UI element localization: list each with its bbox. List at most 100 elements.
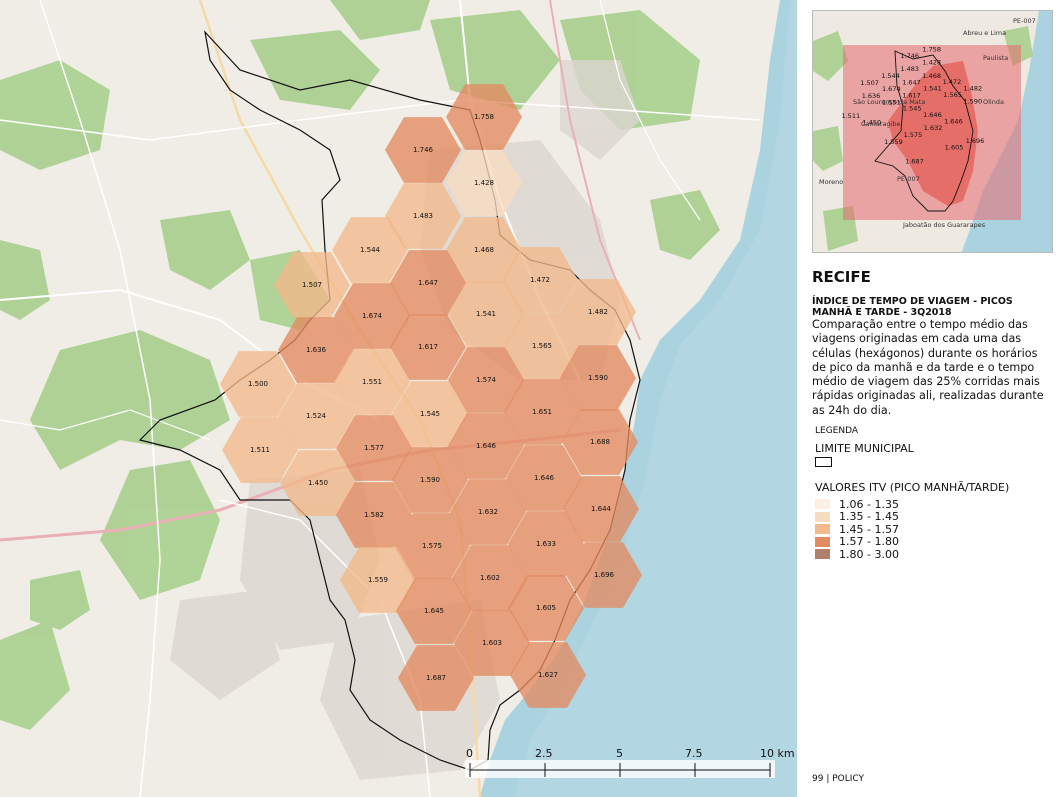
inset-hex-value: 1.632: [924, 124, 943, 132]
inset-place-label: PE-007: [897, 175, 920, 183]
legend-class-label: 1.57 - 1.80: [839, 535, 899, 549]
itv-hexagon-value: 1.617: [418, 343, 438, 351]
itv-hexagon-value: 1.590: [420, 476, 440, 484]
legend-class-label: 1.35 - 1.45: [839, 510, 899, 524]
itv-hexagon-value: 1.483: [413, 212, 433, 220]
itv-hexagon-value: 1.647: [418, 279, 438, 287]
inset-hex-value: 1.758: [922, 45, 941, 53]
legend-class-label: 1.06 - 1.35: [839, 497, 899, 511]
page-footer: 99 | POLICY: [812, 774, 865, 784]
itv-hexagon-value: 1.450: [308, 479, 328, 487]
itv-hexagon-value: 1.559: [368, 576, 388, 584]
legend-limit-swatch: [815, 457, 832, 468]
legend-class-list: 1.06 - 1.35 1.35 - 1.45 1.45 - 1.57 1.57…: [812, 498, 1053, 561]
inset-hex-value: 1.507: [860, 79, 879, 87]
itv-hexagon-value: 1.428: [474, 179, 494, 187]
inset-hex-value: 1.565: [943, 91, 962, 99]
inset-hex-value: 1.605: [945, 143, 964, 151]
inset-hex-value: 1.472: [943, 78, 962, 86]
inset-hex-value: 1.450: [862, 118, 881, 126]
itv-hexagon-value: 1.651: [532, 408, 552, 416]
map-subtitle: ÍNDICE DE TEMPO DE VIAGEM - PICOS MANHÃ …: [812, 296, 1013, 318]
legend-class-row: 1.45 - 1.57: [815, 523, 1053, 536]
inset-hex-value: 1.646: [923, 111, 942, 119]
itv-hexagon-value: 1.645: [424, 607, 444, 615]
inset-place-label: Olinda: [983, 98, 1004, 106]
inset-hex-value: 1.559: [884, 138, 903, 146]
itv-hexagon-value: 1.500: [248, 380, 268, 388]
inset-map: Abreu e Lima Paulista São Lourenço da Ma…: [812, 10, 1053, 253]
itv-hexagon-value: 1.644: [591, 505, 612, 513]
scale-tick: 5: [616, 747, 623, 760]
inset-hex-value: 1.746: [900, 52, 919, 60]
legend-limit-label: LIMITE MUNICIPAL: [815, 442, 914, 456]
itv-hexagon-value: 1.524: [306, 412, 327, 420]
itv-hexagon-value: 1.603: [482, 639, 502, 647]
inset-hex-value: 1.482: [963, 84, 982, 92]
itv-hexagon-value: 1.507: [302, 281, 322, 289]
inset-hex-value: 1.511: [841, 112, 860, 120]
inset-hex-value: 1.428: [922, 59, 941, 67]
itv-hexagon-value: 1.575: [422, 542, 442, 550]
inset-hex-value: 1.646: [944, 117, 963, 125]
inset-hex-value: 1.575: [904, 131, 923, 139]
itv-hexagon-value: 1.746: [413, 146, 434, 154]
legend-heading: LEGENDA: [815, 426, 859, 437]
inset-hex-value: 1.545: [903, 105, 922, 113]
itv-hexagon-value: 1.482: [588, 308, 608, 316]
itv-hexagon-value: 1.646: [534, 474, 555, 482]
inset-hex-value: 1.687: [905, 157, 924, 165]
inset-hex-value: 1.551: [882, 98, 901, 106]
legend-swatch: [815, 549, 830, 560]
info-panel: RECIFE ÍNDICE DE TEMPO DE VIAGEM - PICOS…: [812, 268, 1053, 561]
legend-class-row: 1.35 - 1.45: [815, 510, 1053, 524]
scale-tick: 7.5: [685, 747, 703, 760]
legend-values-title: VALORES ITV (PICO MANHÃ/TARDE): [815, 481, 1010, 495]
inset-hex-value: 1.590: [963, 98, 982, 106]
legend-swatch: [815, 524, 830, 535]
itv-hexagon-value: 1.696: [594, 571, 615, 579]
itv-hexagon-value: 1.688: [590, 438, 610, 446]
itv-hexagon-value: 1.632: [478, 508, 498, 516]
itv-hexagon-value: 1.758: [474, 113, 494, 121]
inset-hex-value: 1.468: [922, 72, 941, 80]
itv-hexagon-value: 1.565: [532, 342, 552, 350]
legend-class-row: 1.06 - 1.35: [815, 498, 1053, 511]
itv-hexagon-value: 1.544: [360, 246, 381, 254]
inset-hex-value: 1.541: [923, 85, 942, 93]
itv-hexagon-value: 1.511: [250, 446, 270, 454]
inset-hex-value: 1.617: [902, 91, 921, 99]
itv-hexagon-value: 1.674: [362, 312, 383, 320]
inset-place-label: Moreno: [819, 178, 843, 186]
inset-place-label: Paulista: [983, 54, 1008, 62]
itv-hexagon-value: 1.636: [306, 346, 327, 354]
itv-hexagon-value: 1.468: [474, 246, 494, 254]
scale-tick: 2.5: [535, 747, 553, 760]
legend-class-row: 1.57 - 1.80: [815, 535, 1053, 549]
inset-hex-value: 1.647: [902, 79, 921, 87]
inset-hex-value: 1.696: [966, 137, 985, 145]
legend-swatch: [815, 536, 830, 547]
itv-hexagon-value: 1.577: [364, 444, 384, 452]
inset-place-label: Jaboatão dos Guararapes: [902, 221, 986, 229]
map-title: RECIFE: [812, 268, 871, 286]
inset-hex-value: 1.636: [862, 92, 881, 100]
scale-tick: 10 km: [760, 747, 795, 760]
main-map[interactable]: 1.758 1.746 1.428 1.483 1.544 1.468 1.507 1.647…: [0, 0, 797, 797]
legend-swatch: [815, 499, 830, 510]
map-description: Comparação entre o tempo médio das viage…: [812, 318, 1044, 417]
inset-hex-value: 1.674: [882, 85, 901, 93]
itv-hexagon-value: 1.605: [536, 604, 556, 612]
inset-place-label: Abreu e Lima: [963, 29, 1006, 37]
inset-place-label: PE-007: [1013, 17, 1036, 25]
itv-hexagon-value: 1.582: [364, 511, 384, 519]
inset-hex-value: 1.544: [881, 72, 900, 80]
itv-hexagon-value: 1.590: [588, 374, 608, 382]
itv-hexagon-value: 1.646: [476, 442, 497, 450]
inset-hex-value: 1.483: [900, 65, 919, 73]
itv-hexagon-value: 1.545: [420, 410, 440, 418]
legend-class-row: 1.80 - 3.00: [815, 548, 1053, 561]
itv-hexagon-value: 1.602: [480, 574, 500, 582]
itv-hexagon-value: 1.551: [362, 378, 382, 386]
legend-swatch: [815, 511, 830, 522]
